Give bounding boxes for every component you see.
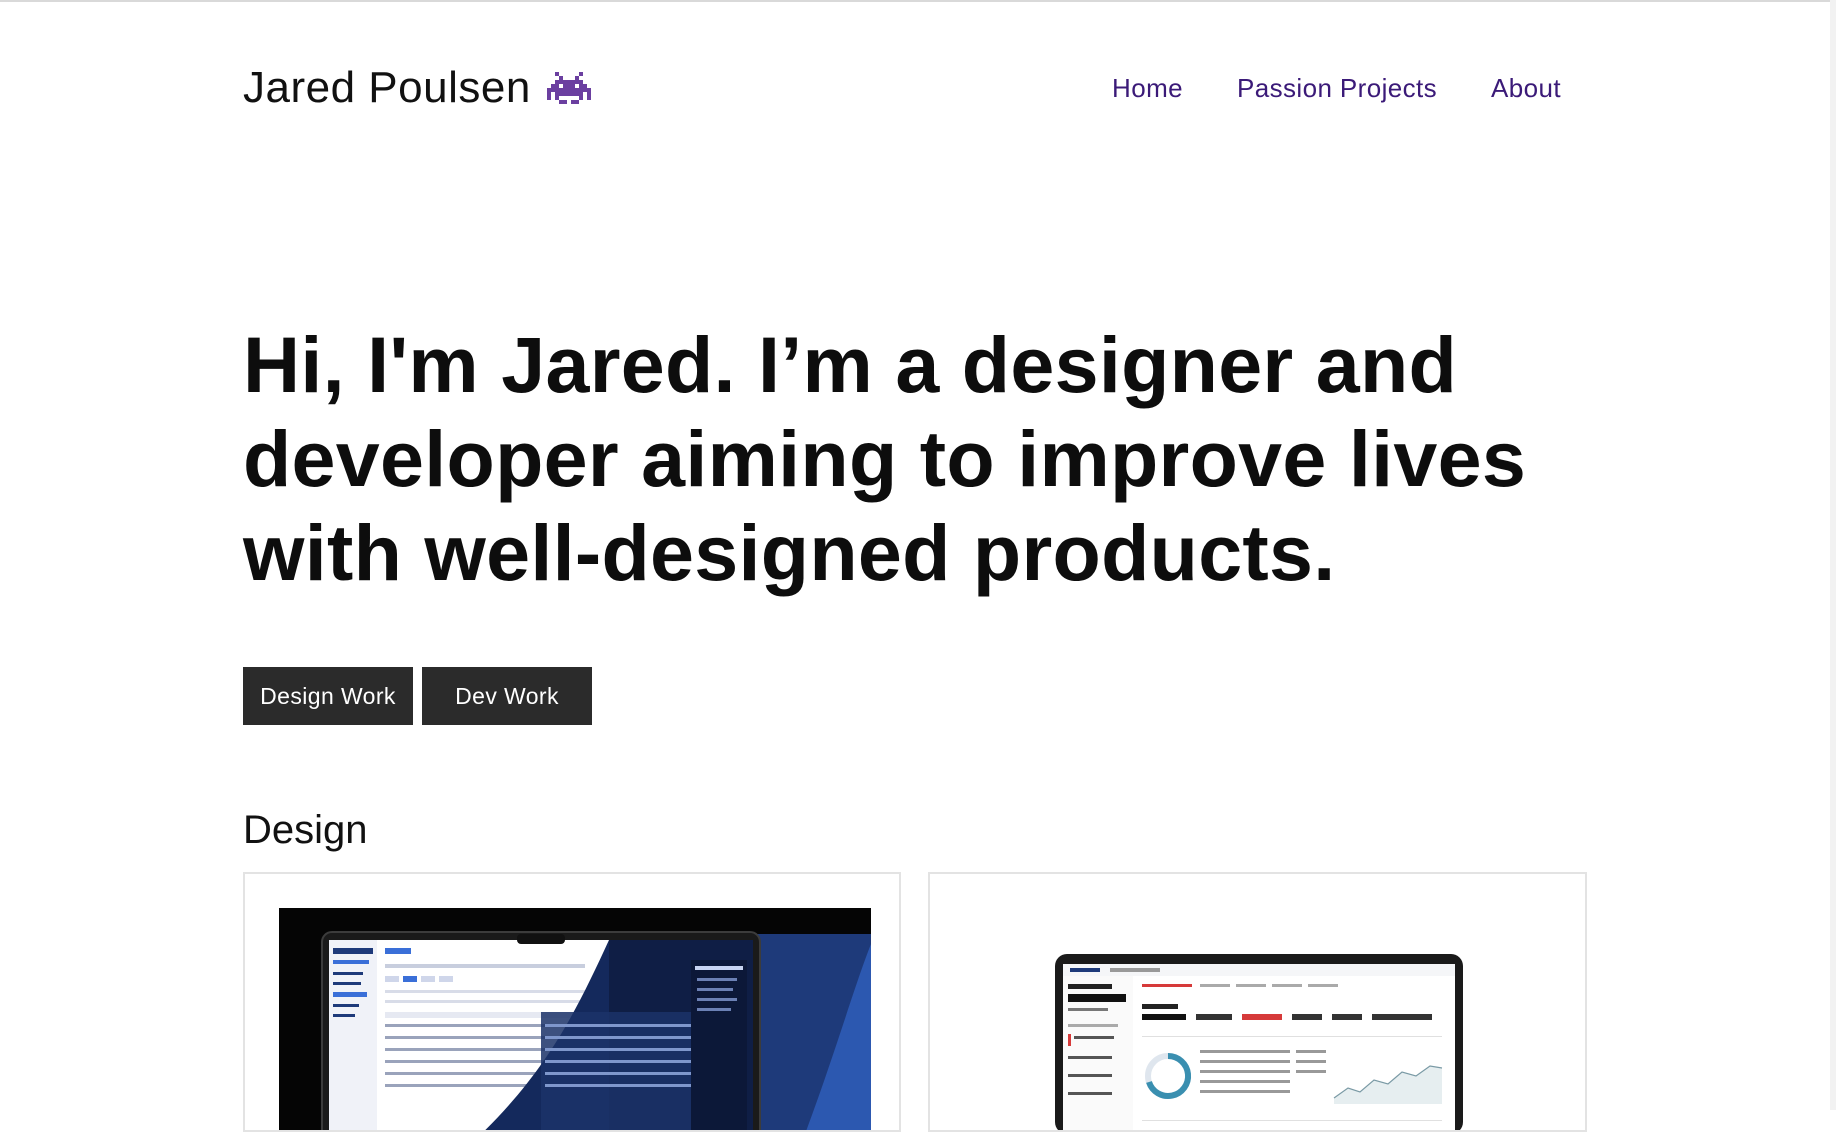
design-project-card[interactable]	[243, 872, 901, 1132]
scheduling-app-laptop-image	[279, 908, 871, 1130]
brand-link[interactable]: Jared Poulsen	[243, 63, 591, 113]
alien-monster-icon	[546, 72, 591, 104]
brand-name: Jared Poulsen	[243, 63, 531, 112]
site-header: Jared Poulsen Home Passion Projects Abou…	[243, 58, 1561, 118]
scrollbar-track[interactable]	[1830, 0, 1836, 1110]
nav-about-link[interactable]: About	[1491, 73, 1561, 104]
design-project-card[interactable]	[928, 872, 1587, 1132]
nav-home-link[interactable]: Home	[1112, 73, 1183, 104]
design-section-title: Design	[243, 808, 368, 852]
finance-dashboard-laptop-image	[1055, 954, 1463, 1130]
dev-work-button[interactable]: Dev Work	[422, 667, 592, 725]
hero-headline: Hi, I'm Jared. I’m a designer and develo…	[243, 320, 1527, 597]
top-border	[0, 0, 1836, 2]
nav-passion-projects-link[interactable]: Passion Projects	[1237, 73, 1437, 104]
main-nav: Home Passion Projects About	[1112, 73, 1561, 104]
design-work-button[interactable]: Design Work	[243, 667, 413, 725]
cta-row: Design Work Dev Work	[243, 667, 592, 725]
